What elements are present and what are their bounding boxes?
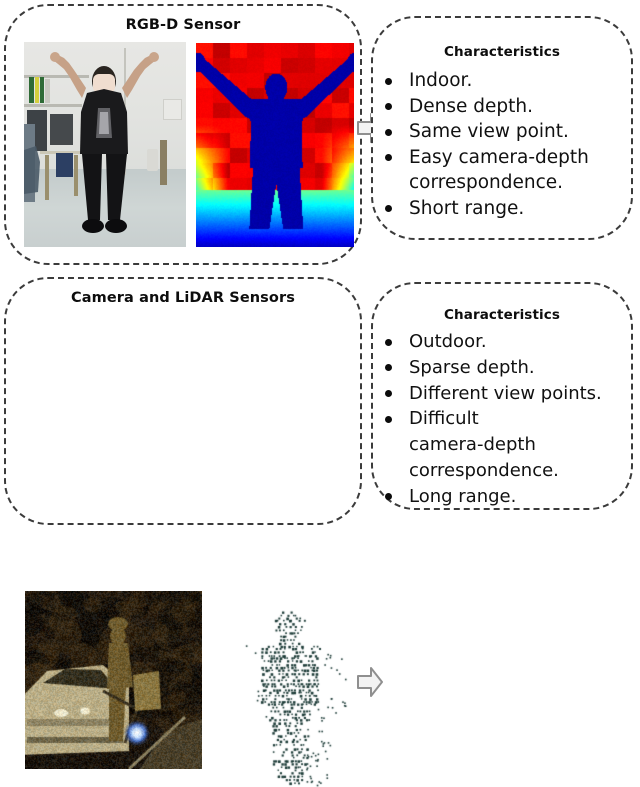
rgb-photo-image — [24, 42, 186, 247]
characteristics-list-lidar: Outdoor. Sparse depth. Different view poin… — [377, 329, 629, 510]
bullet-icon — [385, 493, 392, 500]
panel-title-rgbd: RGB-D Sensor — [6, 17, 360, 33]
characteristic-item: Easy camera-depth correspondence. — [377, 145, 629, 196]
characteristic-text: Sparse depth. — [409, 355, 629, 381]
characteristic-text: Different view points. — [409, 381, 629, 407]
characteristic-text: Long range. — [409, 484, 629, 510]
characteristic-text-continuation: correspondence. — [409, 170, 629, 196]
characteristic-text-continuation: camera-depth — [409, 432, 629, 458]
bullet-icon — [385, 364, 392, 371]
characteristics-list-rgbd: Indoor. Dense depth. Same view point. Easy … — [377, 68, 629, 221]
panel-rgbd-characteristics: Characteristics Indoor. Dense depth. Same … — [371, 16, 633, 240]
characteristic-item: Same view point. — [377, 119, 629, 145]
panel-rgbd-sensor: RGB-D Sensor — [4, 4, 362, 265]
depth-map-image — [196, 43, 354, 247]
characteristic-item: Difficult camera-depth correspondence. — [377, 406, 629, 483]
characteristic-text: Outdoor. — [409, 329, 629, 355]
characteristic-text: Difficult — [409, 406, 629, 432]
bullet-icon — [385, 205, 392, 212]
characteristic-item: Indoor. — [377, 68, 629, 94]
characteristic-text: Easy camera-depth — [409, 145, 629, 171]
panel-camera-lidar-sensors: Camera and LiDAR Sensors — [4, 277, 362, 525]
characteristics-title-rgbd: Characteristics — [373, 44, 631, 60]
bullet-icon — [385, 390, 392, 397]
characteristic-item: Dense depth. — [377, 94, 629, 120]
characteristic-text-continuation: correspondence. — [409, 458, 629, 484]
bullet-icon — [385, 154, 392, 161]
characteristics-title-lidar: Characteristics — [373, 307, 631, 323]
arrow-lidar-to-characteristics — [356, 665, 384, 699]
bullet-icon — [385, 78, 392, 85]
panel-lidar-characteristics: Characteristics Outdoor. Sparse depth. Dif… — [371, 282, 633, 510]
characteristic-item: Different view points. — [377, 381, 629, 407]
characteristic-item: Long range. — [377, 484, 629, 510]
characteristic-text: Dense depth. — [409, 94, 629, 120]
characteristic-item: Short range. — [377, 196, 629, 222]
bullet-icon — [385, 129, 392, 136]
night-photo-image — [25, 591, 202, 769]
point-cloud-image — [238, 597, 348, 787]
characteristic-text: Indoor. — [409, 68, 629, 94]
bullet-icon — [385, 416, 392, 423]
characteristic-item: Sparse depth. — [377, 355, 629, 381]
characteristic-text: Same view point. — [409, 119, 629, 145]
bullet-icon — [385, 103, 392, 110]
bullet-icon — [385, 339, 392, 346]
panel-title-lidar: Camera and LiDAR Sensors — [6, 290, 360, 306]
characteristic-text: Short range. — [409, 196, 629, 222]
characteristic-item: Outdoor. — [377, 329, 629, 355]
